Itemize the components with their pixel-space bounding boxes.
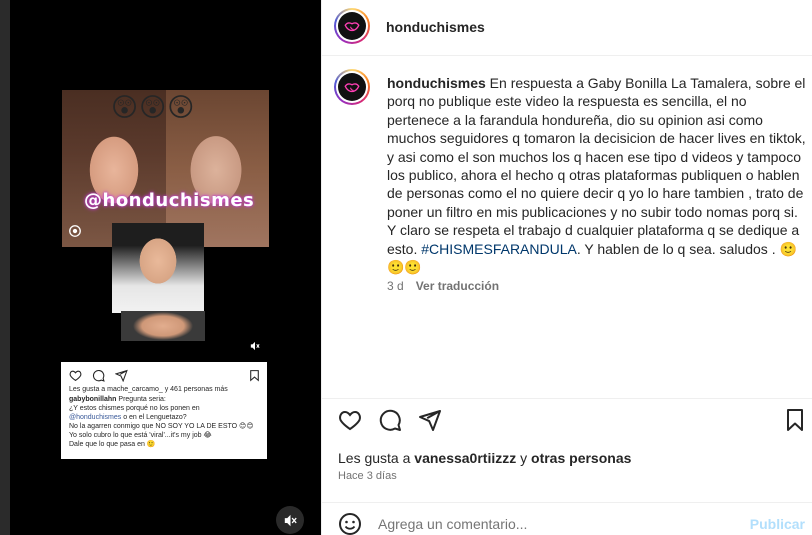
watermark-text: @honduchismes <box>84 190 255 211</box>
embedded-caption-line: gabybonillahn Pregunta seria: <box>69 396 166 403</box>
caption-username[interactable]: honduchismes <box>387 75 486 91</box>
lips-logo-icon <box>338 73 366 101</box>
hashtag-link[interactable]: #CHISMESFARANDULA <box>421 241 577 257</box>
avatar[interactable] <box>334 69 370 105</box>
other-likers-link[interactable]: otras personas <box>531 450 631 466</box>
publish-button[interactable]: Publicar <box>750 516 805 532</box>
caption-section: honduchismes En respuesta a Gaby Bonilla… <box>322 57 812 397</box>
caption-age: 3 d <box>387 279 404 293</box>
caption-meta: 3 d Ver traducción <box>387 279 499 293</box>
liker-username[interactable]: vanessa0rtiizzz <box>414 450 516 466</box>
post-media[interactable]: 😲😲😲 @honduchismes Les gusta a mache_carc… <box>0 0 321 535</box>
embedded-caption-line: Yo solo cubro lo que está 'viral'...it's… <box>69 432 212 439</box>
post-caption: honduchismes En respuesta a Gaby Bonilla… <box>387 74 807 276</box>
bookmark-icon <box>250 369 259 382</box>
action-bar <box>322 398 812 440</box>
comment-icon[interactable] <box>378 408 402 432</box>
post-panel: honduchismes honduchismes En respuesta a… <box>321 0 812 535</box>
person-video <box>112 223 204 313</box>
bookmark-icon[interactable] <box>783 408 807 432</box>
post-author-username[interactable]: honduchismes <box>386 19 485 35</box>
media-edge <box>0 0 10 535</box>
embedded-post-screenshot: Les gusta a mache_carcamo_ y 461 persona… <box>61 362 267 459</box>
heart-icon <box>69 370 82 381</box>
embedded-likes: Les gusta a mache_carcamo_ y 461 persona… <box>69 386 228 393</box>
embedded-caption-line: ¿Y estos chismes porqué no los ponen en <box>69 405 200 412</box>
camera-icon <box>68 224 84 240</box>
mute-icon <box>284 514 297 526</box>
person-video-hands <box>121 311 205 341</box>
comment-bar: Publicar <box>322 502 812 535</box>
likes-summary: Les gusta a vanessa0rtiizzz y otras pers… <box>338 450 632 466</box>
post-timestamp: Hace 3 días <box>338 470 397 482</box>
embedded-caption-line: @honduchismes o en el Lenguetazo? <box>69 414 187 421</box>
surprised-emojis: 😲😲😲 <box>111 92 196 122</box>
heart-icon[interactable] <box>338 408 362 432</box>
embedded-caption-line: Dale que lo que pasa en 🙂 <box>69 441 156 448</box>
share-icon[interactable] <box>418 408 442 432</box>
mute-icon <box>246 341 264 355</box>
share-icon <box>115 369 128 382</box>
post-header: honduchismes <box>322 0 812 56</box>
comment-input[interactable] <box>378 516 738 532</box>
mute-toggle-button[interactable] <box>276 506 304 534</box>
translate-link[interactable]: Ver traducción <box>416 279 499 293</box>
caption-body: En respuesta a Gaby Bonilla La Tamalera,… <box>387 75 806 257</box>
lips-logo-icon <box>338 12 366 40</box>
embedded-caption-line: No la agarren conmigo que NO SOY YO LA D… <box>69 423 254 430</box>
comment-icon <box>92 369 105 382</box>
avatar[interactable] <box>334 8 370 44</box>
emoji-icon[interactable] <box>338 512 362 535</box>
